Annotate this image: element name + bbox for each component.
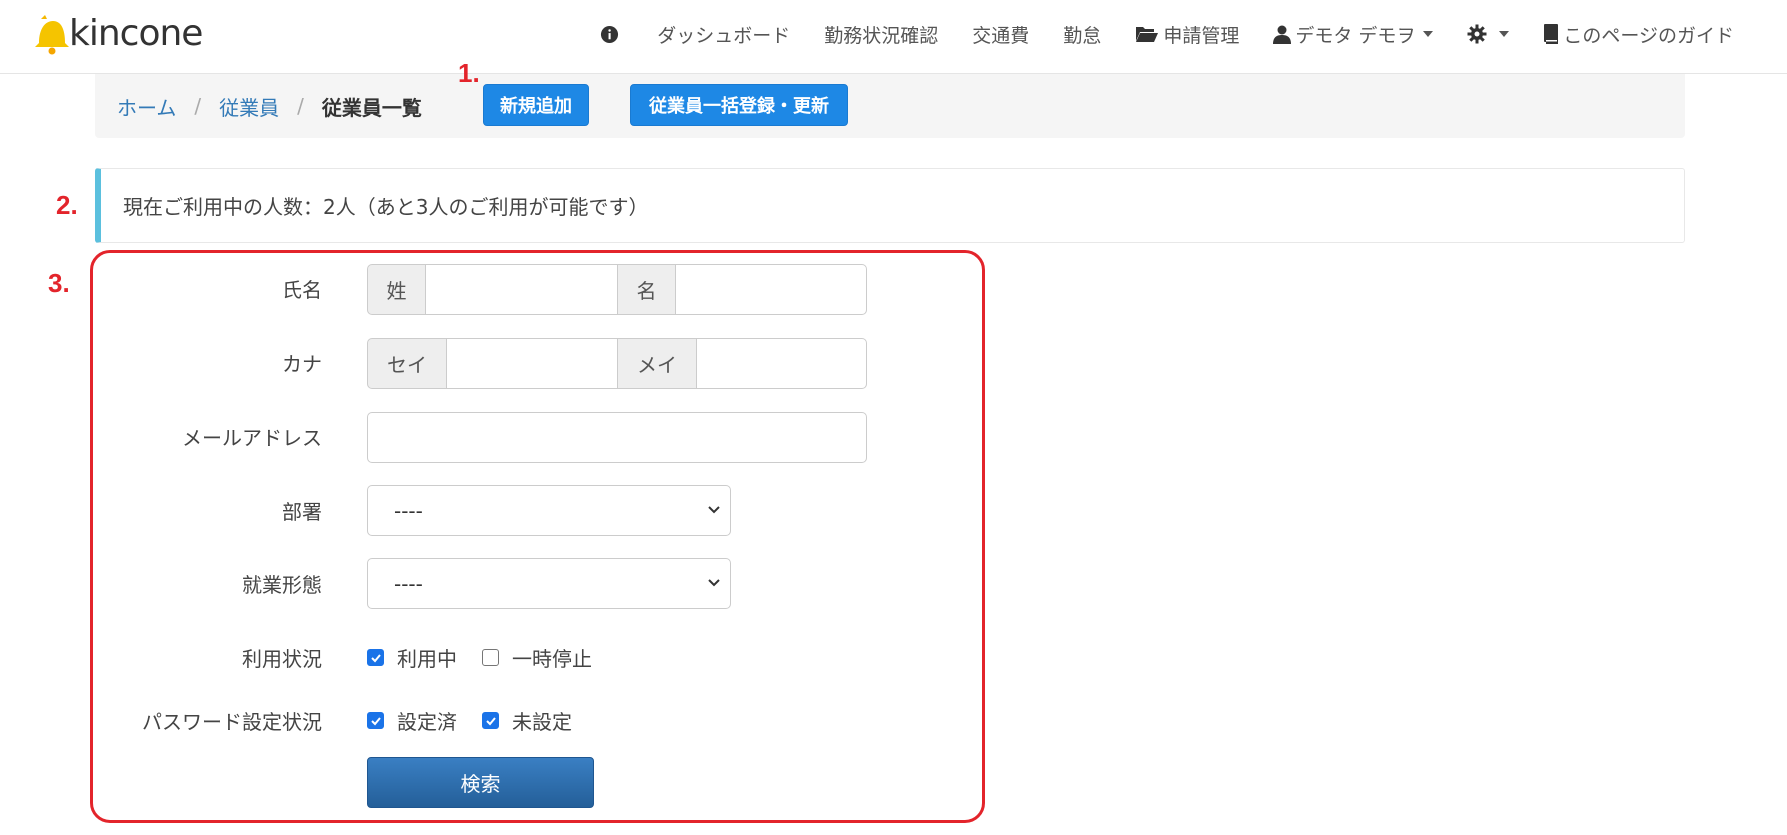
first-name-kana-input[interactable]: [696, 338, 867, 389]
bell-icon: [33, 13, 71, 55]
email-input[interactable]: [367, 412, 867, 463]
nav-dashboard-label: ダッシュボード: [657, 24, 791, 47]
employment-type-select-value: ----: [394, 571, 423, 596]
nav-requests[interactable]: 申請管理: [1118, 21, 1256, 48]
nav-work-status[interactable]: 勤務状況確認: [807, 21, 955, 48]
email-label: メールアドレス: [182, 426, 322, 450]
status-paused-option[interactable]: 一時停止: [482, 643, 592, 672]
annotation-1: 1.: [458, 58, 480, 88]
settings-menu[interactable]: [1450, 24, 1526, 44]
folder-open-icon: [1136, 27, 1159, 42]
last-name-kana-input[interactable]: [446, 338, 618, 389]
department-select-value: ----: [394, 498, 423, 523]
password-unset-checkbox[interactable]: [482, 712, 499, 729]
check-icon: [370, 653, 381, 662]
sei-addon: 姓: [367, 264, 426, 315]
page-guide-label: このページのガイド: [1563, 24, 1734, 47]
annotation-2: 2.: [56, 190, 78, 220]
usage-info-box: 現在ご利用中の人数：2人（あと3人のご利用が可能です）: [95, 168, 1685, 243]
kana-mei-addon: メイ: [617, 338, 697, 389]
password-set-label: 設定済: [397, 710, 457, 734]
breadcrumb-separator: /: [297, 94, 304, 118]
check-icon: [485, 716, 496, 725]
chevron-down-icon: [708, 506, 720, 514]
password-unset-option[interactable]: 未設定: [482, 706, 572, 735]
add-new-button[interactable]: 新規追加: [483, 84, 589, 126]
employment-type-select[interactable]: ----: [367, 558, 731, 609]
nav-transport[interactable]: 交通費: [955, 21, 1046, 48]
nav-dashboard[interactable]: ダッシュボード: [640, 21, 807, 48]
name-label: 氏名: [282, 278, 322, 302]
breadcrumb-home[interactable]: ホーム: [117, 92, 176, 121]
breadcrumb-employees[interactable]: 従業員: [219, 92, 279, 121]
usage-status-options: 利用中 一時停止: [367, 643, 617, 672]
bulk-register-button[interactable]: 従業員一括登録・更新: [630, 84, 848, 126]
password-set-option[interactable]: 設定済: [367, 706, 457, 735]
breadcrumb-current: 従業員一覧: [321, 95, 422, 120]
last-name-input[interactable]: [425, 264, 618, 315]
usage-info-text: 現在ご利用中の人数：2人（あと3人のご利用が可能です）: [123, 195, 649, 219]
first-name-input[interactable]: [675, 264, 867, 315]
chevron-down-icon: [1499, 31, 1510, 37]
book-icon: [1544, 24, 1559, 44]
nav-requests-label: 申請管理: [1163, 24, 1240, 47]
info-icon-button[interactable]: [583, 25, 640, 44]
search-form-highlight: [90, 250, 985, 823]
department-select[interactable]: ----: [367, 485, 731, 536]
status-paused-label: 一時停止: [512, 647, 592, 671]
annotation-3: 3.: [48, 268, 70, 298]
page-guide-link[interactable]: このページのガイド: [1526, 21, 1751, 48]
password-unset-label: 未設定: [512, 710, 572, 734]
chevron-down-icon: [1423, 31, 1434, 37]
nav-attendance[interactable]: 勤怠: [1046, 21, 1118, 48]
breadcrumb-separator: /: [194, 94, 202, 118]
user-name: デモタ デモヲ: [1295, 24, 1416, 47]
password-status-options: 設定済 未設定: [367, 706, 597, 735]
status-paused-checkbox[interactable]: [482, 649, 499, 666]
employment-type-label: 就業形態: [242, 573, 322, 597]
mei-addon: 名: [617, 264, 676, 315]
password-set-checkbox[interactable]: [367, 712, 384, 729]
user-icon: [1273, 25, 1292, 44]
top-navbar: kincone ダッシュボード 勤務状況確認 交通費 勤怠 申請管理 デモタ デ…: [0, 0, 1787, 74]
nav-attendance-label: 勤怠: [1063, 24, 1102, 47]
kana-label: カナ: [282, 352, 322, 376]
breadcrumb: ホーム / 従業員 / 従業員一覧 新規追加 従業員一括登録・更新: [95, 74, 1685, 138]
user-menu[interactable]: デモタ デモヲ: [1256, 21, 1450, 48]
kana-sei-addon: セイ: [367, 338, 447, 389]
nav-work-status-label: 勤務状況確認: [824, 24, 939, 47]
info-icon: [601, 25, 619, 43]
status-active-option[interactable]: 利用中: [367, 643, 457, 672]
logo-text: kincone: [69, 13, 203, 54]
gear-icon: [1467, 24, 1487, 44]
usage-status-label: 利用状況: [242, 647, 322, 671]
status-active-label: 利用中: [397, 647, 457, 671]
password-status-label: パスワード設定状況: [142, 710, 322, 734]
department-label: 部署: [282, 500, 322, 524]
check-icon: [370, 716, 381, 725]
kincone-logo[interactable]: kincone: [33, 12, 203, 56]
nav-transport-label: 交通費: [972, 24, 1030, 47]
nav-menu: ダッシュボード 勤務状況確認 交通費 勤怠 申請管理 デモタ デモヲ このページ…: [583, 16, 1751, 52]
chevron-down-icon: [708, 579, 720, 587]
status-active-checkbox[interactable]: [367, 649, 384, 666]
search-button[interactable]: 検索: [367, 757, 594, 808]
breadcrumb-items: ホーム / 従業員 / 従業員一覧: [117, 88, 422, 124]
